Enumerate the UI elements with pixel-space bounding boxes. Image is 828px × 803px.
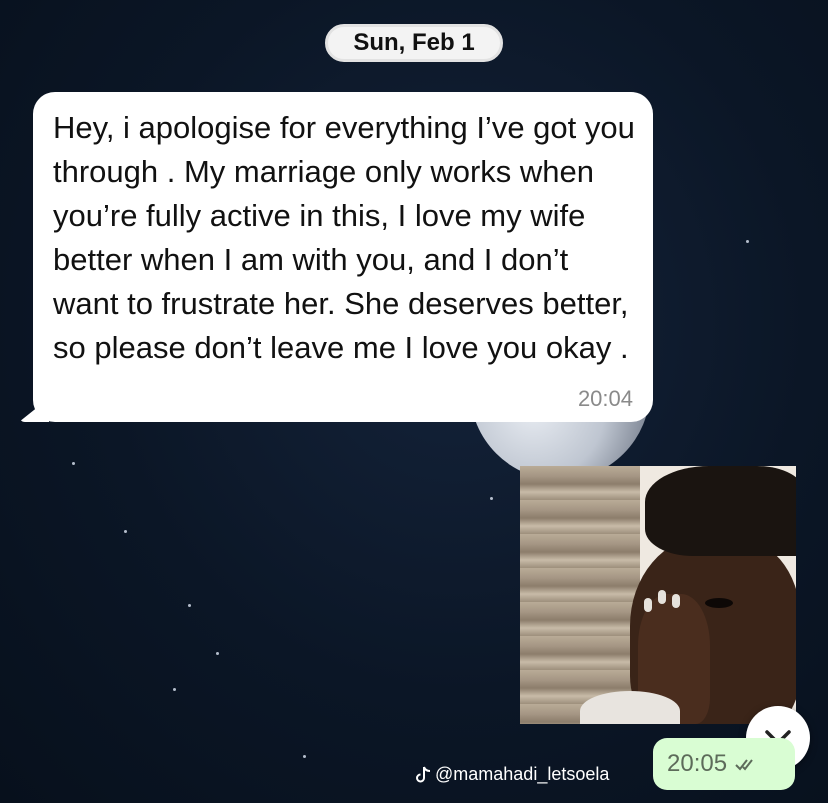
star	[173, 688, 176, 691]
watermark: @mamahadi_letsoela	[415, 764, 609, 785]
date-separator-label: Sun, Feb 1	[353, 29, 475, 56]
star	[490, 497, 493, 500]
shirt	[580, 691, 680, 724]
image-message[interactable]	[520, 466, 796, 724]
star	[124, 530, 127, 533]
star	[303, 755, 306, 758]
star	[188, 604, 191, 607]
tiktok-icon	[416, 766, 431, 782]
incoming-message-bubble[interactable]: Hey, i apologise for everything I’ve got…	[19, 92, 653, 422]
eye	[705, 598, 733, 608]
watermark-handle: @mamahadi_letsoela	[435, 764, 610, 784]
star	[216, 652, 219, 655]
hair	[645, 466, 796, 556]
bubble-tail	[19, 398, 49, 422]
date-separator: Sun, Feb 1	[325, 24, 503, 62]
star	[72, 462, 75, 465]
star	[746, 240, 749, 243]
message-text: Hey, i apologise for everything I’ve got…	[53, 110, 635, 365]
outgoing-message-bubble[interactable]: 20:05	[653, 738, 795, 790]
message-timestamp: 20:04	[577, 386, 633, 411]
double-check-icon	[735, 759, 753, 771]
message-timestamp: 20:05	[667, 750, 728, 777]
